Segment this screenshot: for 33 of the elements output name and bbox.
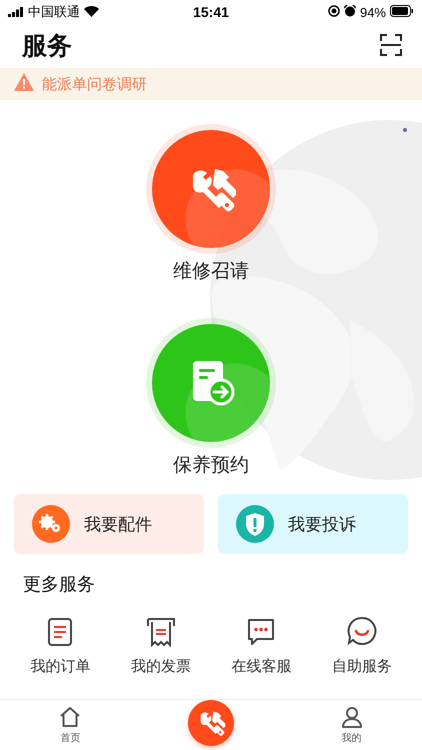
- complaint-button[interactable]: 我要投诉: [218, 494, 408, 554]
- service-item[interactable]: 我的订单: [10, 614, 110, 676]
- service-label: 维修召请: [173, 259, 249, 284]
- carrier-name: 中国联通: [28, 3, 80, 21]
- warning-icon: [14, 73, 34, 91]
- parts-button[interactable]: 我要配件: [14, 494, 204, 554]
- receipt-icon: [146, 617, 176, 647]
- service-item[interactable]: 自助服务: [312, 614, 412, 676]
- service-label: 保养预约: [173, 453, 249, 478]
- profile-tab[interactable]: 我的: [281, 700, 422, 750]
- signal-icon: [8, 6, 24, 16]
- alarm-icon: [344, 4, 356, 16]
- person-icon: [340, 705, 364, 729]
- shield-icon: [236, 505, 274, 543]
- repair-button[interactable]: [152, 130, 270, 248]
- clock: 15:41: [193, 4, 229, 20]
- service-item[interactable]: 我的发票: [110, 614, 211, 676]
- chat-bubble-icon: [246, 617, 276, 647]
- gears-icon: [32, 505, 70, 543]
- smile-bubble-icon: [346, 615, 378, 647]
- maintenance-button[interactable]: [152, 324, 270, 442]
- section-title: 更多服务: [23, 573, 96, 596]
- wifi-icon: [84, 6, 99, 16]
- service-tab[interactable]: [188, 700, 234, 746]
- service-item[interactable]: 在线客服: [211, 614, 312, 676]
- home-icon: [58, 705, 82, 729]
- page-title: 服务: [22, 30, 72, 62]
- battery-percent: 94%: [360, 4, 386, 20]
- rotation-lock-icon: [328, 4, 340, 16]
- document-icon: [46, 617, 74, 647]
- battery-icon: [390, 4, 414, 16]
- home-tab[interactable]: 首页: [0, 700, 141, 750]
- scan-button[interactable]: [380, 34, 402, 56]
